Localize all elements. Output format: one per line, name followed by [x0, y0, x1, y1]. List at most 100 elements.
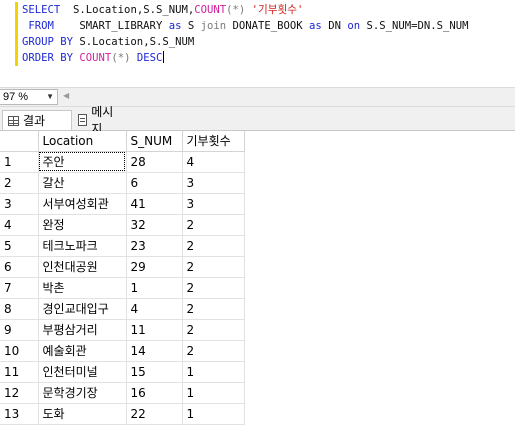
code-token: join [200, 20, 227, 32]
tab-messages[interactable]: 메시지 [73, 105, 123, 136]
table-row[interactable]: 7 박촌 1 2 [0, 277, 245, 299]
cell-s-num[interactable]: 6 [126, 172, 183, 194]
message-icon [78, 114, 88, 126]
sql-code[interactable]: SELECT S.Location,S.S_NUM,COUNT(*) '기부횟수… [22, 2, 469, 66]
scroll-left-icon[interactable]: ◀ [63, 91, 69, 100]
code-line[interactable]: ORDER BY COUNT(*) DESC [22, 50, 469, 66]
table-row[interactable]: 3 서부여성회관 41 3 [0, 193, 245, 215]
cell-s-num[interactable]: 32 [126, 214, 183, 236]
cell-location[interactable]: 테크노파크 [38, 235, 127, 257]
cell-location[interactable]: 문학경기장 [38, 382, 127, 404]
table-row[interactable]: 8 경인교대입구 4 2 [0, 298, 245, 320]
column-header-location[interactable]: Location [38, 131, 127, 152]
row-number[interactable]: 5 [0, 235, 39, 257]
code-line[interactable]: FROM SMART_LIBRARY as S join DONATE_BOOK… [22, 18, 468, 34]
table-row[interactable]: 2 갈산 6 3 [0, 172, 245, 194]
cell-donation-count[interactable]: 2 [182, 319, 245, 341]
row-number[interactable]: 9 [0, 319, 39, 341]
code-token: FROM [22, 20, 54, 32]
cell-donation-count[interactable]: 2 [182, 340, 245, 362]
cell-location[interactable]: 예술회관 [38, 340, 127, 362]
table-row[interactable]: 9 부평삼거리 11 2 [0, 319, 245, 341]
row-number[interactable]: 11 [0, 361, 39, 383]
cell-donation-count[interactable]: 3 [182, 193, 245, 215]
table-row[interactable]: 12 문학경기장 16 1 [0, 382, 245, 404]
code-token: COUNT [194, 4, 227, 16]
code-token: (*) [226, 4, 246, 16]
row-number-header[interactable] [0, 131, 39, 152]
code-token: COUNT [79, 52, 112, 64]
cell-donation-count[interactable]: 4 [182, 151, 245, 173]
cell-s-num[interactable]: 15 [126, 361, 183, 383]
row-number[interactable]: 4 [0, 214, 39, 236]
cell-donation-count[interactable]: 2 [182, 277, 245, 299]
cell-s-num[interactable]: 28 [126, 151, 183, 173]
cell-location[interactable]: 인천대공원 [38, 256, 127, 278]
cell-s-num[interactable]: 41 [126, 193, 183, 215]
cell-donation-count[interactable]: 1 [182, 361, 245, 383]
code-token: as [168, 20, 182, 32]
cell-s-num[interactable]: 11 [126, 319, 183, 341]
code-token: S.Location,S.S_NUM, [60, 4, 195, 16]
row-number[interactable]: 8 [0, 298, 39, 320]
table-row[interactable]: 6 인천대공원 29 2 [0, 256, 245, 278]
code-token: S [181, 20, 201, 32]
table-row[interactable]: 4 완정 32 2 [0, 214, 245, 236]
code-token: DN [321, 20, 348, 32]
row-number[interactable]: 10 [0, 340, 39, 362]
cell-location[interactable]: 경인교대입구 [38, 298, 127, 320]
cell-s-num[interactable]: 14 [126, 340, 183, 362]
chevron-down-icon[interactable]: ▼ [46, 90, 54, 104]
cell-donation-count[interactable]: 2 [182, 298, 245, 320]
row-number[interactable]: 2 [0, 172, 39, 194]
cell-donation-count[interactable]: 2 [182, 256, 245, 278]
code-token: SMART_LIBRARY [53, 20, 169, 32]
cell-donation-count[interactable]: 1 [182, 382, 245, 404]
code-line[interactable]: GROUP BY S.Location,S.S_NUM [22, 34, 469, 50]
row-number[interactable]: 7 [0, 277, 39, 299]
cell-donation-count[interactable]: 1 [182, 403, 245, 425]
table-row[interactable]: 10 예술회관 14 2 [0, 340, 245, 362]
cell-s-num[interactable]: 23 [126, 235, 183, 257]
code-token: on [347, 20, 361, 32]
table-row[interactable]: 5 테크노파크 23 2 [0, 235, 245, 257]
row-number[interactable]: 12 [0, 382, 39, 404]
cell-location[interactable]: 갈산 [38, 172, 127, 194]
code-line[interactable]: SELECT S.Location,S.S_NUM,COUNT(*) '기부횟수… [22, 2, 469, 18]
table-row[interactable]: 11 인천터미널 15 1 [0, 361, 245, 383]
cell-s-num[interactable]: 22 [126, 403, 183, 425]
table-row[interactable]: 1 주안 28 4 [0, 151, 245, 173]
cell-s-num[interactable]: 16 [126, 382, 183, 404]
cell-s-num[interactable]: 29 [126, 256, 183, 278]
text-cursor [163, 51, 165, 63]
cell-location[interactable]: 부평삼거리 [38, 319, 127, 341]
column-header-donation-count[interactable]: 기부횟수 [182, 131, 245, 152]
cell-location[interactable]: 서부여성회관 [38, 193, 127, 215]
cell-s-num[interactable]: 1 [126, 277, 183, 299]
row-number[interactable]: 3 [0, 193, 39, 215]
code-token: GROUP BY [22, 36, 74, 48]
row-number[interactable]: 6 [0, 256, 39, 278]
code-token: DONATE_BOOK [226, 20, 310, 32]
query-editor[interactable]: SELECT S.Location,S.S_NUM,COUNT(*) '기부횟수… [0, 0, 515, 87]
cell-location[interactable]: 인천터미널 [38, 361, 127, 383]
zoom-dropdown[interactable]: 97 % ▼ [0, 89, 58, 105]
cell-location[interactable]: 박촌 [38, 277, 127, 299]
tab-results[interactable]: 결과 [2, 110, 72, 130]
results-grid[interactable]: Location S_NUM 기부횟수 1 주안 28 4 2 갈산 6 3 3 서부여성회관 41… [0, 131, 515, 425]
row-number[interactable]: 13 [0, 403, 39, 425]
cell-location[interactable]: 도화 [38, 403, 127, 425]
cell-donation-count[interactable]: 2 [182, 235, 245, 257]
cell-donation-count[interactable]: 3 [182, 172, 245, 194]
column-header-s-num[interactable]: S_NUM [126, 131, 183, 152]
results-tabs: 결과 메시지 [0, 105, 515, 136]
code-token: S.Location,S.S_NUM [73, 36, 195, 48]
row-number[interactable]: 1 [0, 151, 39, 173]
table-row[interactable]: 13 도화 22 1 [0, 403, 245, 425]
code-token: DESC [136, 52, 163, 64]
cell-location[interactable]: 완정 [38, 214, 127, 236]
cell-location[interactable]: 주안 [38, 151, 127, 173]
tab-results-label: 결과 [23, 114, 46, 128]
cell-donation-count[interactable]: 2 [182, 214, 245, 236]
cell-s-num[interactable]: 4 [126, 298, 183, 320]
